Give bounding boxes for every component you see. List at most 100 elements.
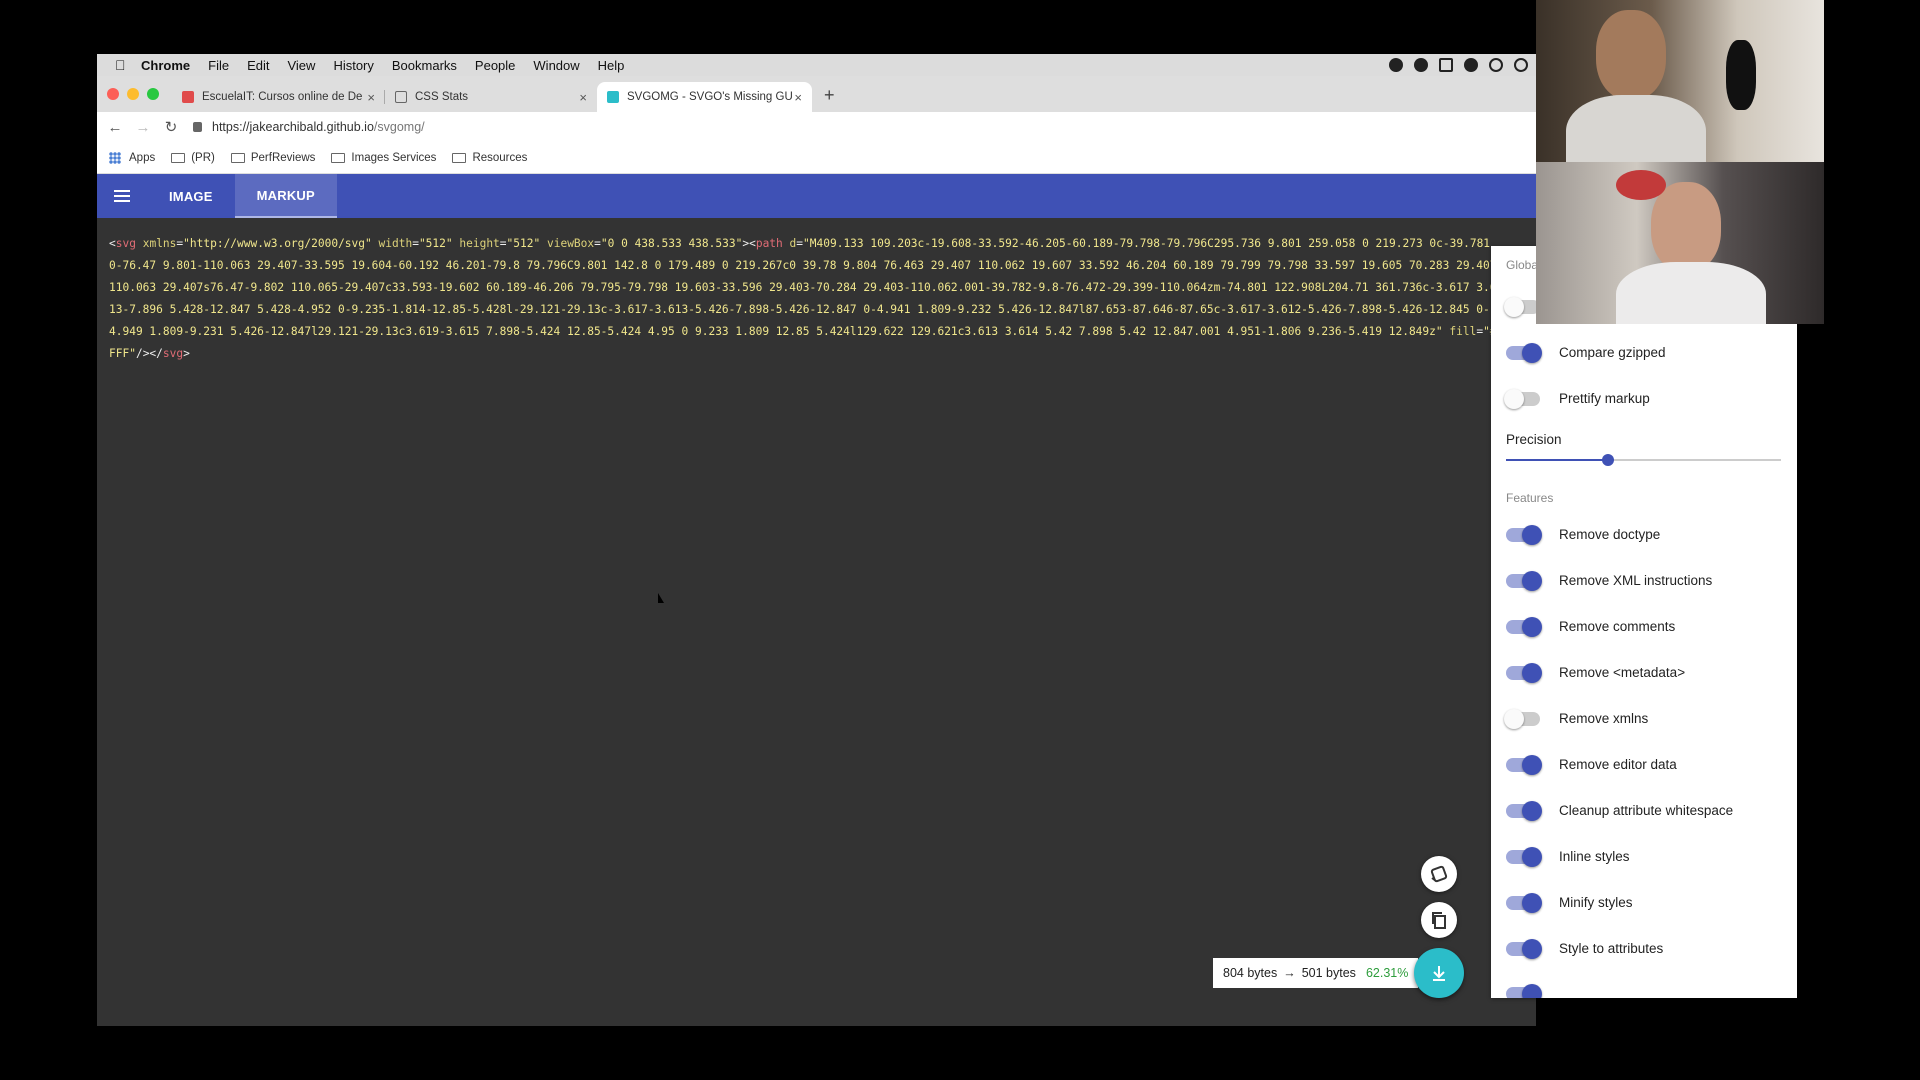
copy-icon[interactable] — [1421, 902, 1457, 938]
toggle-switch[interactable] — [1506, 892, 1542, 913]
creative-cloud-icon[interactable] — [1464, 58, 1478, 72]
option-remove-metadata[interactable]: Remove <metadata> — [1506, 662, 1685, 683]
minimize-window-button[interactable] — [127, 88, 139, 100]
menu-file[interactable]: File — [208, 58, 229, 73]
option-inline-styles[interactable]: Inline styles — [1506, 846, 1630, 867]
telegram-icon[interactable] — [1414, 58, 1428, 72]
option-label: Prettify markup — [1559, 391, 1650, 406]
browser-tab-svgomg[interactable]: SVGOMG - SVGO's Missing GU × — [597, 82, 812, 112]
tab-markup[interactable]: MARKUP — [234, 174, 337, 218]
menu-edit[interactable]: Edit — [247, 58, 269, 73]
tilt-icon[interactable] — [1421, 856, 1457, 892]
menu-people[interactable]: People — [475, 58, 515, 73]
tab-strip: EscuelaIT: Cursos online de De × CSS Sta… — [97, 76, 1536, 112]
app-toolbar: IMAGE MARKUP — [97, 174, 1536, 218]
code-tag-svg-close: svg — [162, 347, 184, 360]
toggle-switch[interactable] — [1506, 846, 1542, 867]
option-label: Inline styles — [1559, 849, 1630, 864]
close-tab-icon[interactable]: × — [579, 90, 587, 105]
menu-view[interactable]: View — [287, 58, 315, 73]
close-window-button[interactable] — [107, 88, 119, 100]
option-remove-xml-instructions[interactable]: Remove XML instructions — [1506, 570, 1713, 591]
settings-panel: Global Compare gzipped Prettify markup P… — [1491, 246, 1797, 998]
folder-icon — [230, 152, 245, 163]
toggle-switch[interactable] — [1506, 754, 1542, 775]
option-compare-gzipped[interactable]: Compare gzipped — [1506, 342, 1666, 363]
code-attr-name: viewBox — [546, 237, 595, 250]
browser-tab-escuelait[interactable]: EscuelaIT: Cursos online de De × — [172, 82, 385, 112]
menu-help[interactable]: Help — [598, 58, 625, 73]
bookmark-resources[interactable]: Resources — [452, 152, 527, 164]
option-label: Remove doctype — [1559, 527, 1661, 542]
spotlight-search-icon[interactable] — [1514, 58, 1528, 72]
bookmarks-bar: Apps (PR) PerfReviews Images Services Re… — [97, 142, 1536, 174]
toggle-switch[interactable] — [1504, 297, 1540, 317]
option-remove-doctype[interactable]: Remove doctype — [1506, 524, 1661, 545]
new-tab-icon[interactable]: + — [824, 85, 835, 106]
zoom-window-button[interactable] — [147, 88, 159, 100]
menu-history[interactable]: History — [333, 58, 373, 73]
toggle-switch[interactable] — [1506, 984, 1542, 998]
option-label: Remove editor data — [1559, 757, 1677, 772]
menu-app-name[interactable]: Chrome — [141, 58, 190, 73]
option-label: Compare gzipped — [1559, 345, 1666, 360]
svg-markup-code[interactable]: <svg xmlns="http://www.w3.org/2000/svg" … — [109, 233, 1499, 365]
precision-label: Precision — [1506, 432, 1562, 447]
folder-icon — [331, 152, 346, 163]
menu-bookmarks[interactable]: Bookmarks — [392, 58, 457, 73]
features-heading: Features — [1506, 491, 1554, 505]
toggle-switch[interactable] — [1504, 388, 1540, 409]
lamp — [1616, 170, 1666, 200]
bookmark-perfreviews[interactable]: PerfReviews — [230, 151, 316, 164]
close-tab-icon[interactable]: × — [367, 90, 375, 105]
toggle-switch[interactable] — [1506, 524, 1542, 545]
option-label: Remove comments — [1559, 619, 1676, 634]
bookmark-images-services[interactable]: Images Services — [331, 152, 436, 164]
slider-handle[interactable] — [1601, 454, 1614, 466]
record-icon[interactable] — [1389, 58, 1403, 72]
menu-icon[interactable] — [97, 174, 147, 218]
glasses-icon[interactable] — [1489, 58, 1503, 72]
option-remove-comments[interactable]: Remove comments — [1506, 616, 1676, 637]
bookmark-label: PerfReviews — [250, 151, 316, 164]
toggle-switch[interactable] — [1506, 342, 1542, 363]
precision-slider[interactable] — [1506, 454, 1781, 466]
savings-percent: 62.31% — [1365, 966, 1409, 980]
forward-icon[interactable]: → — [129, 119, 157, 136]
bookmark-label: Resources — [472, 151, 528, 164]
code-attr-name: width — [378, 237, 413, 250]
folder-icon — [452, 152, 467, 163]
back-icon[interactable]: ← — [101, 119, 129, 136]
bookmark-apps[interactable]: Apps — [109, 151, 155, 164]
browser-toolbar: ← → ↻ https://jakearchibald.github.io/sv… — [97, 112, 1536, 142]
browser-tab-css-stats[interactable]: CSS Stats × — [385, 82, 597, 112]
apple-icon[interactable]:  — [115, 58, 129, 72]
option-remove-xmlns[interactable]: Remove xmlns — [1504, 708, 1648, 729]
option-style-to-attributes[interactable]: Style to attributes — [1506, 938, 1663, 959]
tab-image[interactable]: IMAGE — [147, 174, 235, 218]
download-icon[interactable] — [1414, 948, 1464, 998]
bookmark-pr[interactable]: (PR) — [171, 152, 215, 164]
option-prettify-markup[interactable]: Prettify markup — [1504, 388, 1650, 409]
apps-grid-icon — [109, 151, 121, 164]
option-cleanup-attribute-whitespace[interactable]: Cleanup attribute whitespace — [1506, 800, 1733, 821]
menu-window[interactable]: Window — [533, 58, 579, 73]
address-bar[interactable]: https://jakearchibald.github.io/svgomg/ — [193, 116, 1536, 138]
reload-icon[interactable]: ↻ — [157, 118, 185, 136]
toggle-switch[interactable] — [1504, 708, 1540, 729]
tab-title: EscuelaIT: Cursos online de De — [202, 91, 363, 103]
arrow-icon: → — [1283, 966, 1296, 980]
option-minify-styles[interactable]: Minify styles — [1506, 892, 1633, 913]
option-next-partial[interactable] — [1506, 984, 1559, 998]
option-label: Remove XML instructions — [1559, 573, 1713, 588]
toggle-switch[interactable] — [1506, 662, 1542, 683]
close-tab-icon[interactable]: × — [794, 90, 802, 105]
option-remove-editor-data[interactable]: Remove editor data — [1506, 754, 1677, 775]
screen-share-icon[interactable] — [1439, 58, 1453, 72]
toggle-switch[interactable] — [1506, 938, 1542, 959]
microphone — [1726, 40, 1756, 110]
escuelait-favicon-icon — [182, 91, 194, 103]
toggle-switch[interactable] — [1506, 800, 1542, 821]
toggle-switch[interactable] — [1506, 616, 1542, 637]
toggle-switch[interactable] — [1506, 570, 1542, 591]
